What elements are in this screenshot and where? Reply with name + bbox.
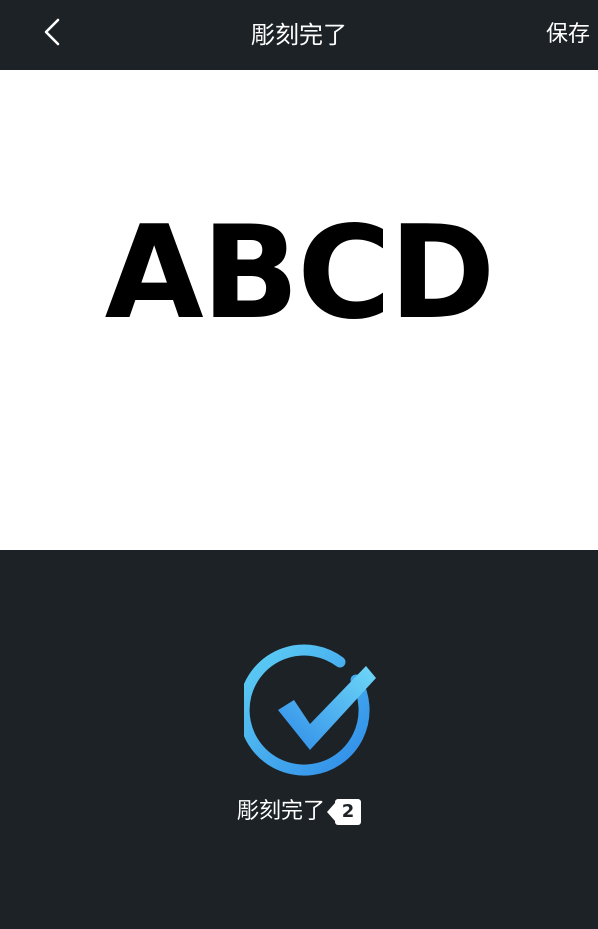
back-button[interactable] <box>30 10 74 54</box>
status-label: 彫刻完了 <box>236 799 325 824</box>
status-row: 彫刻完了 2 <box>0 794 598 830</box>
status-panel: 彫刻完了 2 <box>0 550 598 929</box>
save-button[interactable]: 保存 <box>546 0 590 70</box>
engraving-complete-screen: 彫刻完了 保存 1 ABCD 彫刻完了2 <box>0 0 598 929</box>
preview-text: ABCD <box>104 199 496 348</box>
page-title: 彫刻完了 <box>251 21 347 49</box>
chevron-left-icon <box>44 18 60 46</box>
annotation-marker-2: 2 <box>327 799 361 825</box>
top-navigation-bar: 彫刻完了 保存 <box>0 0 598 70</box>
engraving-preview: ABCD <box>0 70 598 550</box>
check-circle-icon <box>244 644 376 776</box>
